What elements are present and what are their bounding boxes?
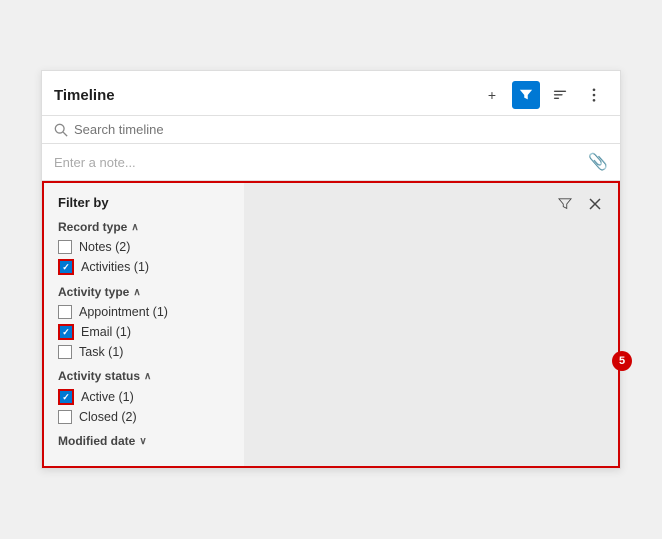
sort-button[interactable] xyxy=(546,81,574,109)
list-item: Email (1) xyxy=(58,324,230,340)
filter-panel-filter-icon[interactable] xyxy=(552,191,578,217)
appointment-label: Appointment (1) xyxy=(79,305,168,319)
closed-label: Closed (2) xyxy=(79,410,137,424)
filter-panel-icons xyxy=(552,191,608,217)
list-item: Active (1) xyxy=(58,389,230,405)
activity-type-section-title: Activity type ∧ xyxy=(58,285,230,299)
timeline-panel: Timeline + xyxy=(41,70,621,469)
record-type-section-title: Record type ∧ xyxy=(58,220,230,234)
record-type-items: Notes (2) Activities (1) xyxy=(58,240,230,275)
filter-header-row: Filter by xyxy=(58,195,230,210)
search-bar xyxy=(42,116,620,144)
active-checkmark xyxy=(60,391,72,403)
list-item: Appointment (1) xyxy=(58,305,230,319)
modified-date-section-title: Modified date ∨ xyxy=(58,434,230,448)
closed-checkbox[interactable] xyxy=(58,410,72,424)
notes-label: Notes (2) xyxy=(79,240,130,254)
modified-date-chevron[interactable]: ∨ xyxy=(139,436,146,447)
list-item: Notes (2) xyxy=(58,240,230,254)
filter-by-label: Filter by xyxy=(58,195,109,210)
search-icon xyxy=(54,123,68,137)
filter-button[interactable] xyxy=(512,81,540,109)
filter-panel-close-icon[interactable] xyxy=(582,191,608,217)
filter-main-area xyxy=(244,183,618,466)
notes-checkbox[interactable] xyxy=(58,240,72,254)
email-label: Email (1) xyxy=(81,325,131,339)
note-input: Enter a note... 📎 xyxy=(42,144,620,181)
note-placeholder[interactable]: Enter a note... xyxy=(54,155,136,170)
record-type-chevron[interactable]: ∧ xyxy=(131,222,138,233)
active-label: Active (1) xyxy=(81,390,134,404)
timeline-actions: + xyxy=(478,81,608,109)
task-label: Task (1) xyxy=(79,345,123,359)
activity-status-chevron[interactable]: ∧ xyxy=(144,371,151,382)
filter-sidebar: Filter by Record type ∧ Notes (2) xyxy=(44,183,244,466)
activity-status-section-title: Activity status ∧ xyxy=(58,369,230,383)
list-item: Closed (2) xyxy=(58,410,230,424)
timeline-title: Timeline xyxy=(54,87,115,104)
annotation-5: 5 xyxy=(612,351,632,371)
more-button[interactable] xyxy=(580,81,608,109)
activities-checkbox[interactable] xyxy=(58,259,74,275)
list-item: Activities (1) xyxy=(58,259,230,275)
activity-status-items: Active (1) Closed (2) xyxy=(58,389,230,424)
add-button[interactable]: + xyxy=(478,81,506,109)
filter-panel-wrapper: Filter by Record type ∧ Notes (2) xyxy=(42,181,620,468)
search-input[interactable] xyxy=(74,122,608,137)
appointment-checkbox[interactable] xyxy=(58,305,72,319)
timeline-header: Timeline + xyxy=(42,71,620,116)
attachment-icon[interactable]: 📎 xyxy=(588,152,608,172)
active-checkbox[interactable] xyxy=(58,389,74,405)
activity-type-items: Appointment (1) Email (1) Task (1) xyxy=(58,305,230,359)
email-checkmark xyxy=(60,326,72,338)
filter-panel: Filter by Record type ∧ Notes (2) xyxy=(42,181,620,468)
list-item: Task (1) xyxy=(58,345,230,359)
task-checkbox[interactable] xyxy=(58,345,72,359)
activities-checkmark xyxy=(60,261,72,273)
activities-label: Activities (1) xyxy=(81,260,149,274)
activity-type-chevron[interactable]: ∧ xyxy=(133,287,140,298)
email-checkbox[interactable] xyxy=(58,324,74,340)
